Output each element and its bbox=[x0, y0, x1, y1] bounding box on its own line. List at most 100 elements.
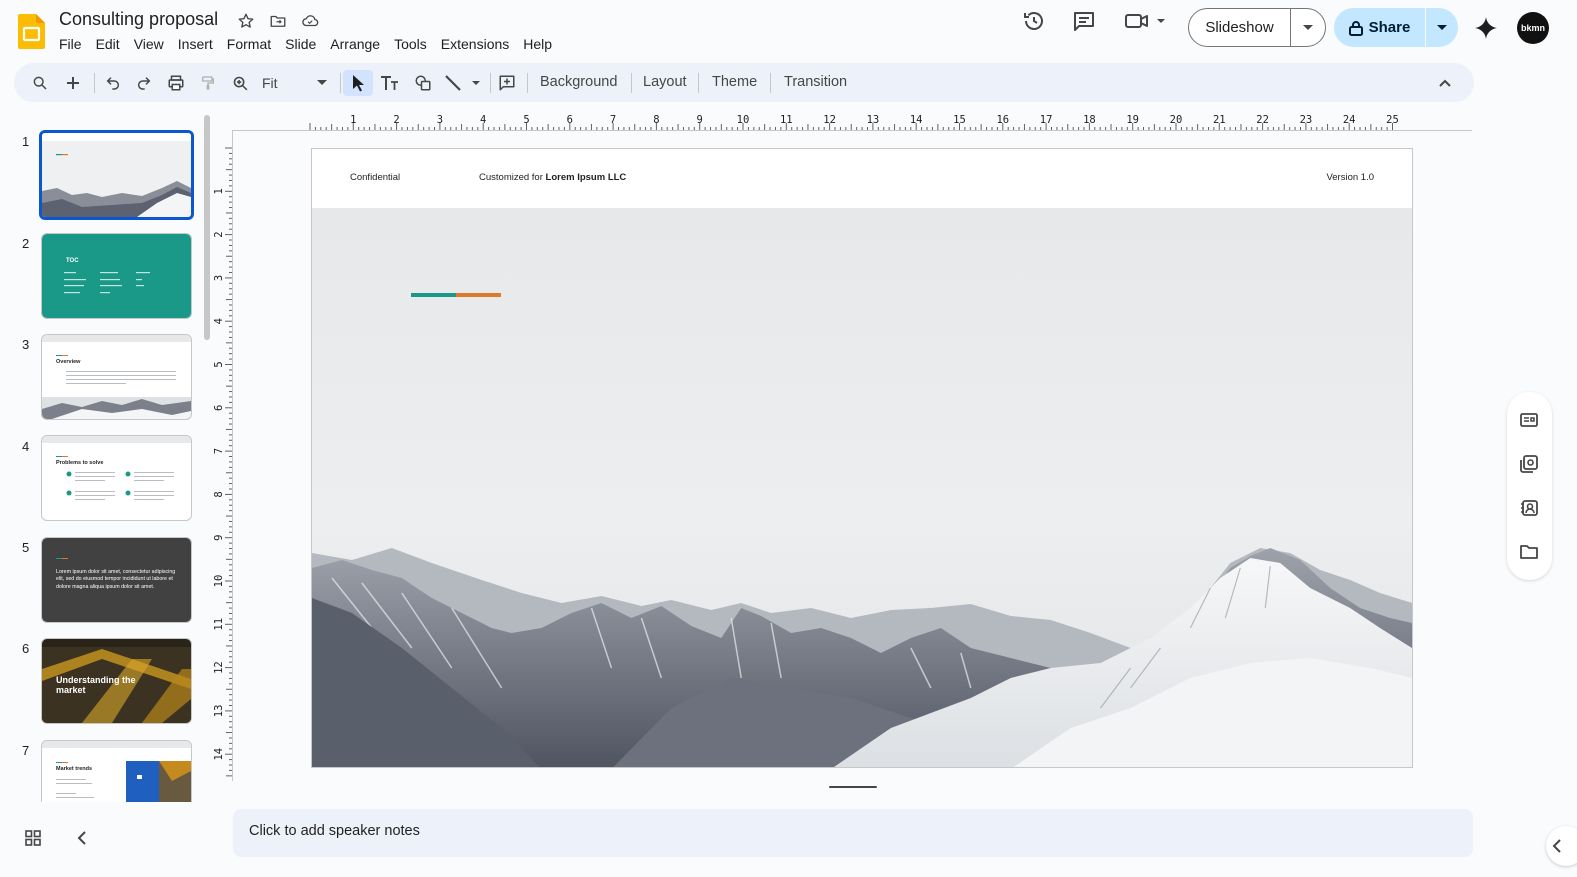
ruler-label: 1 bbox=[350, 114, 356, 126]
ruler-label: 18 bbox=[1083, 114, 1096, 126]
share-label: Share bbox=[1368, 19, 1411, 36]
grid-view-icon[interactable] bbox=[21, 826, 45, 850]
share-dropdown-icon[interactable] bbox=[1426, 8, 1458, 47]
accent-orange bbox=[456, 293, 501, 297]
horizontal-ruler[interactable]: 1 2 3 4 5 6 7 8 9 10 11 12 13 14 15 16 17 18 19 20 21 22 23 24 2… bbox=[232, 111, 1472, 131]
slide-number: 7 bbox=[22, 743, 30, 758]
slideshow-label[interactable]: Slideshow bbox=[1189, 9, 1291, 46]
folder-icon[interactable] bbox=[1519, 542, 1539, 562]
ruler-label: 15 bbox=[953, 114, 966, 126]
contacts-icon[interactable] bbox=[1519, 498, 1539, 518]
ruler-label: 23 bbox=[1300, 114, 1313, 126]
version-history-icon[interactable] bbox=[1021, 8, 1047, 34]
chevron-left-icon bbox=[1552, 839, 1561, 853]
slideshow-dropdown-icon[interactable] bbox=[1291, 9, 1325, 46]
speaker-notes[interactable]: Click to add speaker notes bbox=[233, 809, 1473, 857]
theme-button[interactable]: Theme bbox=[712, 74, 757, 90]
cloud-saved-icon[interactable] bbox=[300, 10, 320, 32]
thumb-5-text: Lorem ipsum dolor sit amet, consectetur … bbox=[56, 569, 176, 590]
ruler-label: 7 bbox=[610, 114, 616, 126]
move-folder-icon[interactable] bbox=[268, 10, 288, 32]
version-label[interactable]: Version 1.0 bbox=[1326, 172, 1374, 183]
ruler-label: 9 bbox=[213, 535, 225, 541]
gemini-icon[interactable] bbox=[1474, 16, 1498, 40]
ruler-label: 16 bbox=[996, 114, 1009, 126]
ruler-label: 11 bbox=[780, 114, 793, 126]
meet-icon[interactable] bbox=[1124, 8, 1170, 34]
slideshow-button[interactable]: Slideshow bbox=[1188, 8, 1326, 47]
slide-thumbnail-3[interactable]: Overview bbox=[41, 334, 192, 420]
menu-edit[interactable]: Edit bbox=[89, 35, 127, 53]
ruler-label: 11 bbox=[213, 618, 225, 631]
speaker-notes-placeholder: Click to add speaker notes bbox=[249, 823, 420, 839]
redo-icon[interactable] bbox=[131, 70, 157, 96]
ruler-label: 14 bbox=[213, 748, 225, 761]
paint-format-icon[interactable] bbox=[195, 70, 221, 96]
account-avatar[interactable]: bkmn bbox=[1517, 12, 1549, 44]
add-comment-icon[interactable] bbox=[494, 70, 520, 96]
line-tool-icon[interactable] bbox=[442, 70, 486, 96]
search-menus-icon[interactable] bbox=[27, 70, 53, 96]
background-button[interactable]: Background bbox=[540, 74, 617, 90]
client-name: Lorem Ipsum LLC bbox=[545, 172, 627, 183]
menu-view[interactable]: View bbox=[127, 35, 171, 53]
zoom-select[interactable]: Fit bbox=[262, 70, 342, 96]
menu-help[interactable]: Help bbox=[516, 35, 559, 53]
filmstrip-scrollbar[interactable] bbox=[204, 115, 210, 340]
ruler-label: 5 bbox=[523, 114, 529, 126]
comments-icon[interactable] bbox=[1071, 8, 1097, 34]
new-slide-icon[interactable] bbox=[60, 70, 86, 96]
undo-icon[interactable] bbox=[100, 70, 126, 96]
menu-extensions[interactable]: Extensions bbox=[434, 35, 516, 53]
thumb-1-preview bbox=[42, 133, 191, 217]
accent-bar[interactable] bbox=[411, 293, 501, 297]
shape-icon[interactable] bbox=[410, 70, 436, 96]
ruler-label: 1 bbox=[213, 188, 225, 194]
slide-thumbnail-1[interactable] bbox=[39, 130, 194, 220]
confidential-label[interactable]: Confidential bbox=[350, 172, 400, 183]
document-title[interactable]: Consulting proposal bbox=[59, 9, 218, 30]
select-tool-icon[interactable] bbox=[343, 70, 373, 96]
lock-icon bbox=[1348, 20, 1363, 36]
mountain-photo[interactable] bbox=[312, 208, 1412, 768]
collapse-toolbar-icon[interactable] bbox=[1432, 70, 1458, 96]
text-box-icon[interactable] bbox=[377, 70, 403, 96]
share-button[interactable]: Share bbox=[1334, 8, 1458, 47]
thumb-2-title: TOC bbox=[66, 258, 79, 264]
slides-logo[interactable] bbox=[18, 14, 45, 49]
show-side-panel-button[interactable] bbox=[1546, 826, 1577, 866]
ruler-label: 4 bbox=[213, 318, 225, 324]
zoom-dropdown-icon bbox=[317, 80, 327, 85]
layout-button[interactable]: Layout bbox=[643, 74, 687, 90]
slide-thumbnail-6[interactable]: Understanding the market bbox=[41, 638, 192, 724]
menu-tools[interactable]: Tools bbox=[387, 35, 434, 53]
ruler-label: 8 bbox=[653, 114, 659, 126]
collapse-filmstrip-icon[interactable] bbox=[70, 826, 94, 850]
zoom-icon[interactable] bbox=[227, 70, 253, 96]
slide-header: Confidential Customized for Lorem Ipsum … bbox=[312, 149, 1412, 208]
menu-bar: File Edit View Insert Format Slide Arran… bbox=[52, 35, 559, 53]
transition-button[interactable]: Transition bbox=[784, 74, 847, 90]
toolbar: Fit Background Layout Theme Transition bbox=[14, 63, 1474, 102]
tasks-icon[interactable] bbox=[1519, 454, 1539, 474]
ruler-label: 19 bbox=[1126, 114, 1139, 126]
zoom-value: Fit bbox=[262, 75, 278, 91]
star-icon[interactable] bbox=[236, 10, 256, 32]
slide-thumbnail-7[interactable]: Market trends bbox=[41, 740, 192, 802]
menu-arrange[interactable]: Arrange bbox=[323, 35, 387, 53]
vertical-ruler[interactable]: 1 2 3 4 5 6 7 8 9 10 11 12 13 14 bbox=[213, 131, 233, 781]
slide-thumbnail-2[interactable]: TOC bbox=[41, 233, 192, 319]
menu-slide[interactable]: Slide bbox=[278, 35, 323, 53]
slide-1[interactable]: Confidential Customized for Lorem Ipsum … bbox=[311, 148, 1413, 768]
menu-format[interactable]: Format bbox=[220, 35, 278, 53]
menu-file[interactable]: File bbox=[52, 35, 89, 53]
slide-thumbnail-5[interactable]: Lorem ipsum dolor sit amet, consectetur … bbox=[41, 537, 192, 623]
notes-resize-handle[interactable] bbox=[829, 786, 877, 788]
slide-thumbnail-4[interactable]: Problems to solve bbox=[41, 435, 192, 521]
slide-number: 2 bbox=[22, 236, 30, 251]
keep-notes-icon[interactable] bbox=[1519, 410, 1539, 430]
customized-for-text[interactable]: Customized for Lorem Ipsum LLC bbox=[479, 172, 626, 183]
thumb-4-preview bbox=[56, 456, 174, 500]
menu-insert[interactable]: Insert bbox=[171, 35, 220, 53]
print-icon[interactable] bbox=[163, 70, 189, 96]
